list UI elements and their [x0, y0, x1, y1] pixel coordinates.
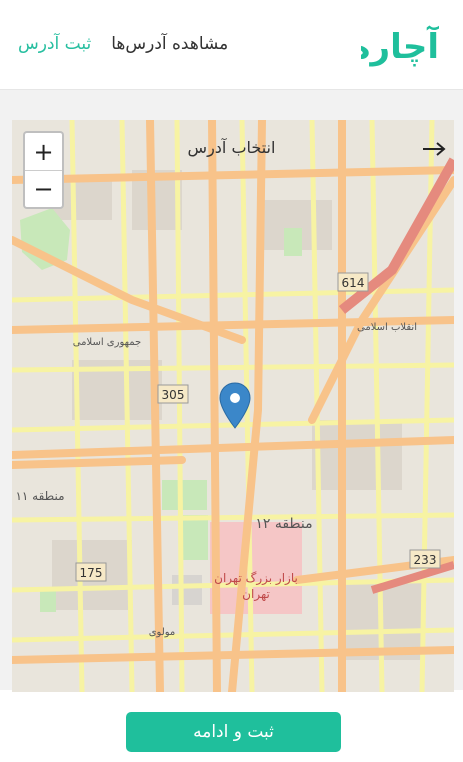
svg-text:آچاره: آچاره: [361, 25, 439, 67]
svg-text:233: 233: [414, 553, 437, 567]
svg-text:تهران: تهران: [242, 587, 270, 602]
acharé-logo[interactable]: آچاره: [361, 14, 439, 74]
svg-text:منطقه ۱۲: منطقه ۱۲: [255, 516, 312, 532]
svg-text:منطقه ۱۱: منطقه ۱۱: [15, 489, 64, 503]
svg-text:305: 305: [162, 388, 185, 402]
nav-register-address[interactable]: ثبت آدرس: [18, 34, 91, 54]
svg-text:بازار بزرگ تهران: بازار بزرگ تهران: [214, 571, 298, 586]
zoom-out-button[interactable]: −: [25, 170, 62, 207]
map-pin-icon[interactable]: [219, 382, 251, 430]
svg-text:614: 614: [342, 276, 365, 290]
bottom-bar: ثبت و ادامه: [0, 692, 463, 762]
svg-text:مولوی: مولوی: [149, 627, 176, 638]
svg-text:175: 175: [80, 566, 103, 580]
arrow-right-icon[interactable]: [419, 134, 449, 164]
app-header: آچاره ثبت آدرس مشاهده آدرس‌ها: [0, 0, 463, 90]
zoom-in-button[interactable]: +: [25, 133, 62, 170]
submit-continue-button[interactable]: ثبت و ادامه: [126, 712, 341, 752]
zoom-control: + −: [23, 131, 64, 209]
svg-text:انقلاب اسلامی: انقلاب اسلامی: [357, 322, 417, 333]
svg-text:جمهوری اسلامی: جمهوری اسلامی: [73, 337, 141, 348]
nav-view-addresses[interactable]: مشاهده آدرس‌ها: [111, 34, 228, 54]
header-nav: ثبت آدرس مشاهده آدرس‌ها: [18, 34, 228, 54]
